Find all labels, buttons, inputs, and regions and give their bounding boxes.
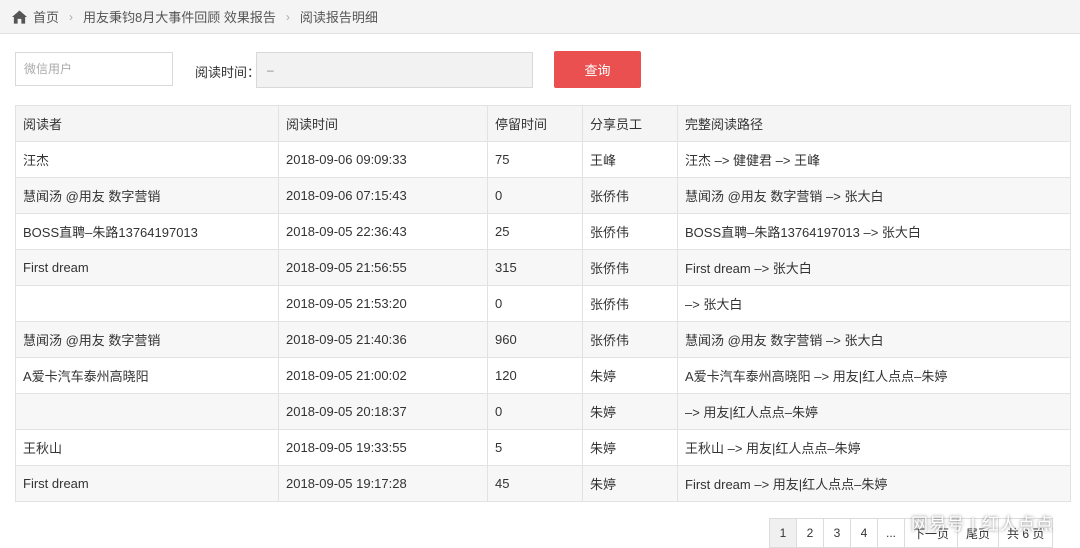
cell-sharer: 张侨伟 xyxy=(582,285,678,322)
cell-read-time: 2018-09-05 21:00:02 xyxy=(278,357,488,394)
column-header-read-time: 阅读时间 xyxy=(278,105,488,142)
cell-reader: A爱卡汽车泰州高晓阳 xyxy=(15,357,279,394)
cell-read-path: BOSS直聘–朱路13764197013 –> 张大白 xyxy=(677,213,1071,250)
cell-reader: First dream xyxy=(15,249,279,286)
filter-bar: 阅读时间： 查询 xyxy=(0,50,1080,90)
cell-reader: 王秋山 xyxy=(15,429,279,466)
reading-report-table: 阅读者 阅读时间 停留时间 分享员工 完整阅读路径 汪杰 2018-09-06 0… xyxy=(15,105,1071,502)
cell-stay-time: 315 xyxy=(487,249,583,286)
cell-read-path: 慧闻汤 @用友 数字营销 –> 张大白 xyxy=(677,321,1071,358)
cell-read-time: 2018-09-06 09:09:33 xyxy=(278,141,488,178)
cell-stay-time: 45 xyxy=(487,465,583,502)
column-header-reader: 阅读者 xyxy=(15,105,279,142)
table-row: First dream 2018-09-05 19:17:28 45 朱婷 First … xyxy=(15,465,1071,502)
cell-read-time: 2018-09-05 22:36:43 xyxy=(278,213,488,250)
cell-read-path: 慧闻汤 @用友 数字营销 –> 张大白 xyxy=(677,177,1071,214)
cell-stay-time: 0 xyxy=(487,285,583,322)
cell-read-time: 2018-09-06 07:15:43 xyxy=(278,177,488,214)
cell-read-time: 2018-09-05 21:40:36 xyxy=(278,321,488,358)
cell-stay-time: 25 xyxy=(487,213,583,250)
breadcrumb-separator-icon: › xyxy=(285,9,290,24)
cell-read-path: 汪杰 –> 健健君 –> 王峰 xyxy=(677,141,1071,178)
cell-sharer: 朱婷 xyxy=(582,393,678,430)
table-row: BOSS直聘–朱路13764197013 2018-09-05 22:36:43 2… xyxy=(15,213,1071,250)
wechat-user-input[interactable] xyxy=(15,52,173,86)
table-row: 汪杰 2018-09-06 09:09:33 75 王峰 汪杰 –> 健健君 –> 王峰 xyxy=(15,141,1071,178)
cell-sharer: 张侨伟 xyxy=(582,249,678,286)
cell-stay-time: 960 xyxy=(487,321,583,358)
column-header-read-path: 完整阅读路径 xyxy=(677,105,1071,142)
cell-reader: 慧闻汤 @用友 数字营销 xyxy=(15,177,279,214)
cell-sharer: 张侨伟 xyxy=(582,321,678,358)
breadcrumb-home-link[interactable]: 首页 xyxy=(33,7,59,26)
table-row: 慧闻汤 @用友 数字营销 2018-09-05 21:40:36 960 张侨伟 慧闻汤… xyxy=(15,321,1071,358)
cell-read-path: First dream –> 用友|红人点点–朱婷 xyxy=(677,465,1071,502)
column-header-stay-time: 停留时间 xyxy=(487,105,583,142)
table-row: A爱卡汽车泰州高晓阳 2018-09-05 21:00:02 120 朱婷 A爱卡汽车泰… xyxy=(15,357,1071,394)
cell-stay-time: 5 xyxy=(487,429,583,466)
cell-sharer: 朱婷 xyxy=(582,429,678,466)
cell-sharer: 张侨伟 xyxy=(582,177,678,214)
breadcrumb: 首页 › 用友秉钧8月大事件回顾 效果报告 › 阅读报告明细 xyxy=(0,0,1080,34)
cell-read-path: –> 用友|红人点点–朱婷 xyxy=(677,393,1071,430)
cell-stay-time: 120 xyxy=(487,357,583,394)
cell-sharer: 王峰 xyxy=(582,141,678,178)
cell-read-time: 2018-09-05 21:53:20 xyxy=(278,285,488,322)
cell-stay-time: 0 xyxy=(487,177,583,214)
cell-read-time: 2018-09-05 19:17:28 xyxy=(278,465,488,502)
breadcrumb-separator-icon: › xyxy=(69,9,74,24)
read-time-range-input[interactable] xyxy=(256,52,533,88)
cell-read-path: 王秋山 –> 用友|红人点点–朱婷 xyxy=(677,429,1071,466)
cell-read-path: A爱卡汽车泰州高晓阳 –> 用友|红人点点–朱婷 xyxy=(677,357,1071,394)
cell-stay-time: 75 xyxy=(487,141,583,178)
cell-sharer: 朱婷 xyxy=(582,465,678,502)
cell-read-time: 2018-09-05 20:18:37 xyxy=(278,393,488,430)
cell-reader: 慧闻汤 @用友 数字营销 xyxy=(15,321,279,358)
cell-sharer: 朱婷 xyxy=(582,357,678,394)
breadcrumb-report-link[interactable]: 用友秉钧8月大事件回顾 效果报告 xyxy=(83,7,276,26)
query-button[interactable]: 查询 xyxy=(554,51,641,88)
read-time-label: 阅读时间： xyxy=(195,65,261,80)
cell-read-time: 2018-09-05 19:33:55 xyxy=(278,429,488,466)
cell-read-path: –> 张大白 xyxy=(677,285,1071,322)
table-header-row: 阅读者 阅读时间 停留时间 分享员工 完整阅读路径 xyxy=(15,105,1071,142)
table-row: 慧闻汤 @用友 数字营销 2018-09-06 07:15:43 0 张侨伟 慧闻汤 @… xyxy=(15,177,1071,214)
table-row: 王秋山 2018-09-05 19:33:55 5 朱婷 王秋山 –> 用友|红人点点–… xyxy=(15,429,1071,466)
table-row: First dream 2018-09-05 21:56:55 315 张侨伟 Firs… xyxy=(15,249,1071,286)
table-row: 2018-09-05 20:18:37 0 朱婷 –> 用友|红人点点–朱婷 xyxy=(15,393,1071,430)
column-header-sharer: 分享员工 xyxy=(582,105,678,142)
watermark: 网易号 | 红人点点 xyxy=(911,515,1054,534)
cell-reader xyxy=(15,393,279,430)
cell-reader: First dream xyxy=(15,465,279,502)
cell-read-path: First dream –> 张大白 xyxy=(677,249,1071,286)
cell-stay-time: 0 xyxy=(487,393,583,430)
cell-reader: BOSS直聘–朱路13764197013 xyxy=(15,213,279,250)
breadcrumb-current: 阅读报告明细 xyxy=(299,10,378,25)
home-icon[interactable] xyxy=(12,9,27,24)
cell-reader: 汪杰 xyxy=(15,141,279,178)
cell-sharer: 张侨伟 xyxy=(582,213,678,250)
table-row: 2018-09-05 21:53:20 0 张侨伟 –> 张大白 xyxy=(15,285,1071,322)
cell-reader xyxy=(15,285,279,322)
cell-read-time: 2018-09-05 21:56:55 xyxy=(278,249,488,286)
